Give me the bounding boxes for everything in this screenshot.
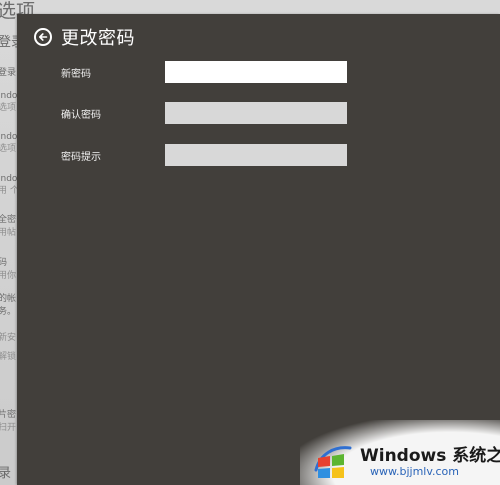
back-button[interactable]	[34, 28, 52, 46]
confirm-password-row: 确认密码	[61, 102, 361, 126]
background-item[interactable]: 码	[0, 258, 7, 269]
background-item-sub: 用帖	[0, 228, 17, 238]
background-item: 的帐	[0, 294, 17, 304]
watermark-site: www.bjjmlv.com	[370, 465, 459, 478]
confirm-password-input[interactable]	[165, 102, 347, 124]
background-item-sub: 扫开	[0, 423, 17, 433]
new-password-row: 新密码	[61, 61, 361, 85]
back-arrow-icon	[39, 33, 48, 41]
background-item[interactable]: indo	[0, 174, 17, 185]
background-item-sub: 选项	[0, 144, 17, 154]
password-hint-row: 密码提示	[61, 144, 361, 168]
confirm-password-label: 确认密码	[61, 110, 101, 121]
background-item: 务。	[0, 307, 17, 317]
new-password-input[interactable]	[165, 61, 347, 83]
background-item-sub[interactable]: 新安	[0, 333, 16, 344]
background-item-sub[interactable]: 解锁	[0, 352, 16, 363]
background-item[interactable]: indo	[0, 91, 17, 102]
watermark: Windows 系统之家 www.bjjmlv.com	[300, 420, 500, 485]
background-item[interactable]: 片密	[0, 410, 16, 421]
watermark-brand: Windows 系统之家	[360, 446, 500, 466]
password-hint-input[interactable]	[165, 144, 347, 166]
background-item[interactable]: 登录	[0, 68, 16, 79]
background-item[interactable]: 全密	[0, 215, 16, 226]
background-item[interactable]: indo	[0, 132, 17, 143]
background-item[interactable]: 录	[0, 467, 11, 480]
windows-logo-icon	[314, 446, 352, 478]
background-item-sub: 选项	[0, 103, 17, 113]
new-password-label: 新密码	[61, 69, 91, 80]
change-password-panel: 更改密码 新密码 确认密码 密码提示	[17, 14, 500, 485]
screen: 选项 登录 登录 indo 选项 indo 选项 indo 用 个 全密 用帖 …	[0, 0, 500, 485]
page-title: 更改密码	[61, 28, 135, 49]
password-hint-label: 密码提示	[61, 152, 101, 163]
background-item-sub: 用你	[0, 271, 17, 281]
